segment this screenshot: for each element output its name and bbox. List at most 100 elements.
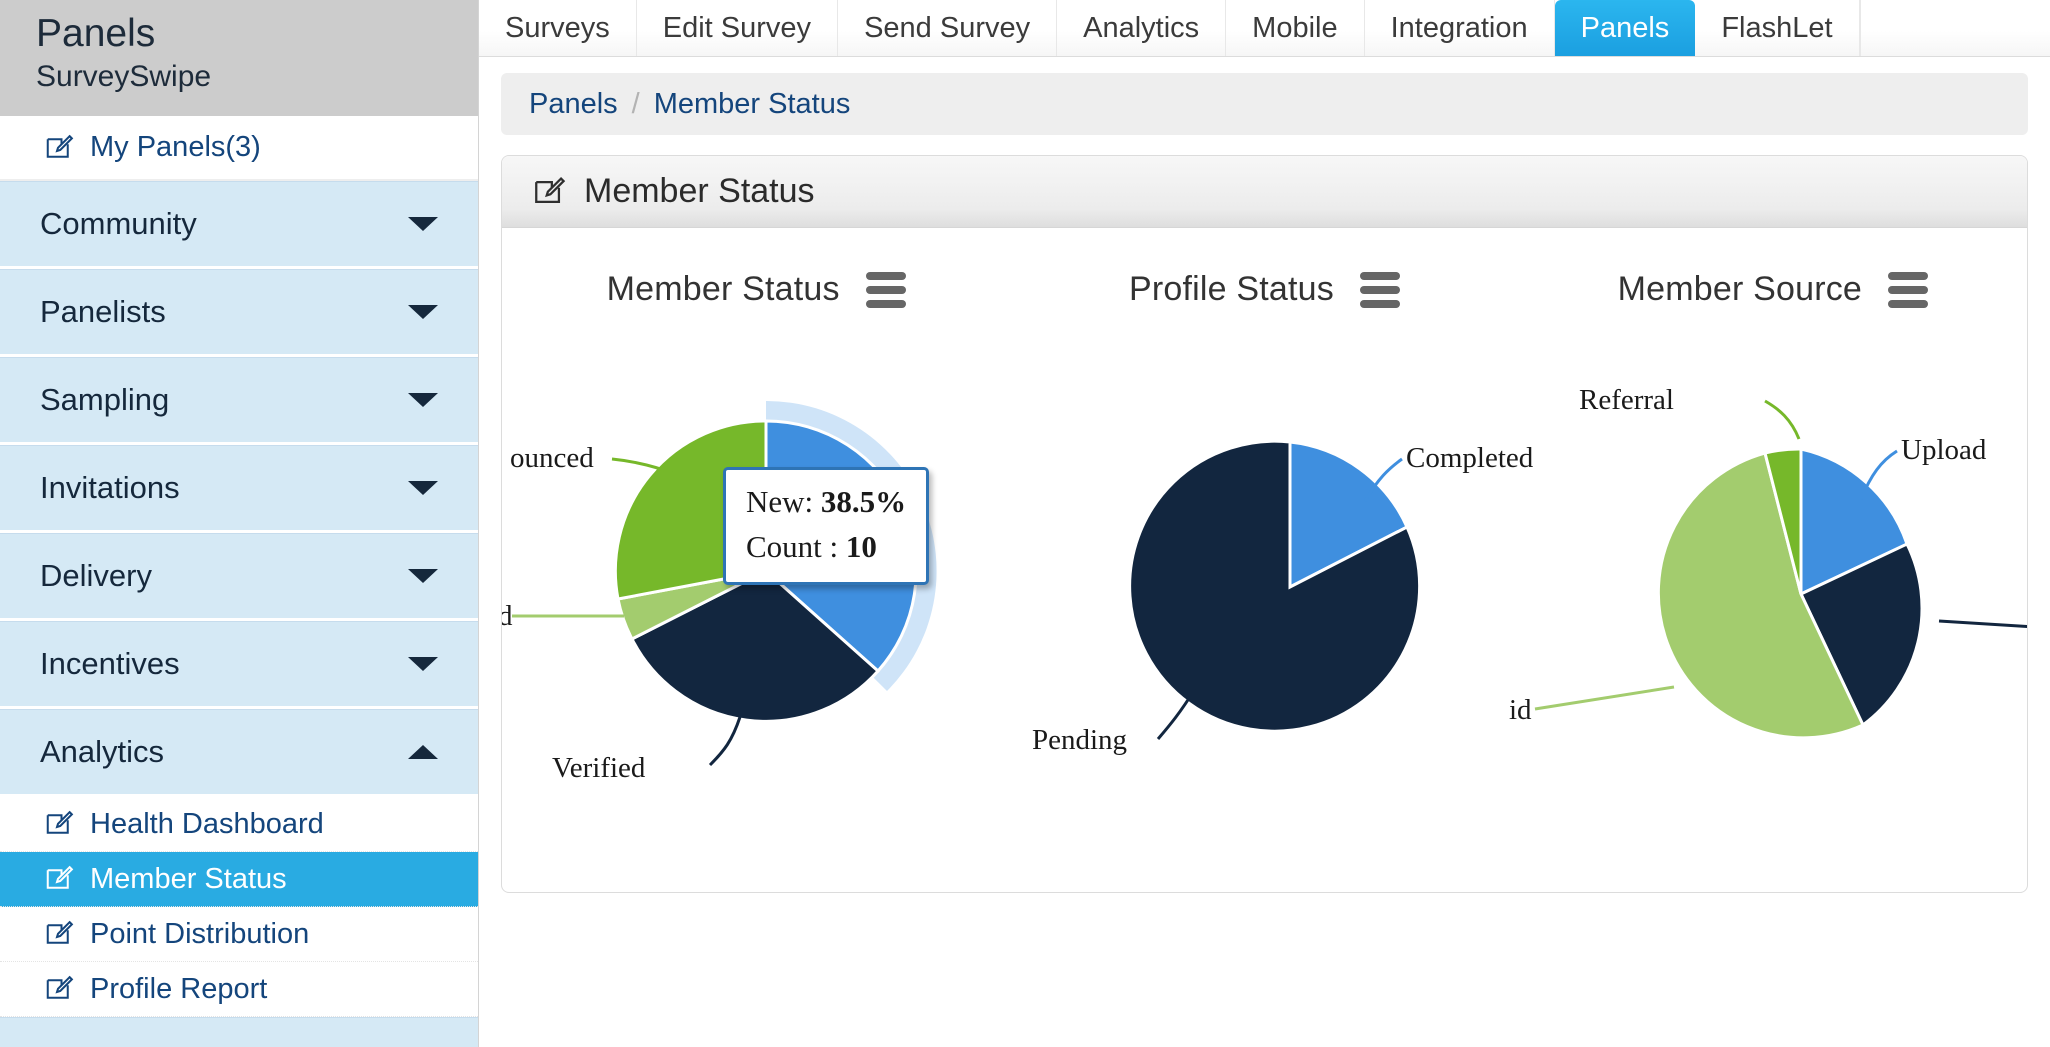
- sidebar-item-member-status[interactable]: Member Status: [0, 852, 478, 907]
- tab-integration[interactable]: Integration: [1364, 0, 1555, 56]
- app-root: Panels SurveySwipe My Panels(3) Communit…: [0, 0, 2050, 1047]
- sidebar-group-panelists[interactable]: Panelists: [0, 269, 478, 357]
- sidebar-title: Panels: [36, 12, 156, 55]
- sidebar-item-health-dashboard[interactable]: Health Dashboard: [0, 797, 478, 852]
- breadcrumb: Panels / Member Status: [501, 73, 2028, 135]
- pie-svg: Completed Pending: [1032, 439, 1534, 756]
- pie-canvas: ounced d Verified N New: 38.5%: [502, 309, 1010, 829]
- pie-label-referral: Referral: [1579, 384, 1674, 416]
- tab-edit-survey[interactable]: Edit Survey: [636, 0, 839, 56]
- main-content: Surveys Edit Survey Send Survey Analytic…: [479, 0, 2050, 1047]
- tooltip-count-label: Count :: [746, 528, 839, 564]
- chevron-down-icon: [408, 481, 438, 495]
- tabbar-filler: [1859, 0, 2050, 56]
- chart-header: Member Status: [502, 270, 1010, 309]
- chevron-down-icon: [408, 569, 438, 583]
- pie-label-pending: Pending: [1032, 724, 1127, 756]
- chart-profile-status: Profile Status Completed Pending: [1010, 228, 1534, 892]
- breadcrumb-link-member-status[interactable]: Member Status: [654, 88, 851, 121]
- hamburger-icon[interactable]: [1888, 271, 1929, 308]
- pie-canvas: Referral Upload S id: [1509, 309, 2027, 829]
- tab-send-survey[interactable]: Send Survey: [838, 0, 1058, 56]
- chart-member-status: Member Status ounced d Verified New: 38.…: [502, 228, 1010, 892]
- chevron-down-icon: [408, 657, 438, 671]
- sidebar-item-my-panels[interactable]: My Panels(3): [0, 116, 478, 181]
- card-title: Member Status: [584, 172, 815, 210]
- sidebar-group-sampling[interactable]: Sampling: [0, 357, 478, 445]
- breadcrumb-link-panels[interactable]: Panels: [529, 88, 618, 121]
- tooltip-row-count: Count : 10: [746, 525, 906, 570]
- tooltip-series-label: New:: [746, 484, 814, 519]
- sidebar-group-incentives[interactable]: Incentives: [0, 621, 478, 709]
- sidebar-group-label: Incentives: [40, 646, 180, 681]
- tab-flashlet[interactable]: FlashLet: [1695, 0, 1860, 56]
- pencil-icon: [44, 864, 74, 894]
- sidebar-group-label: Sampling: [40, 382, 170, 417]
- sidebar-group-analytics[interactable]: Analytics: [0, 709, 478, 797]
- sidebar: Panels SurveySwipe My Panels(3) Communit…: [0, 0, 479, 1047]
- chart-header: Member Source: [1519, 270, 2027, 309]
- breadcrumb-separator: /: [631, 87, 640, 120]
- member-status-card: Member Status Member Status ounced d Ver…: [501, 155, 2028, 893]
- sidebar-item-label: My Panels(3): [90, 131, 261, 163]
- leader-line-referral: [1763, 399, 1801, 440]
- sidebar-header: Panels SurveySwipe: [0, 0, 478, 116]
- sidebar-item-point-distribution[interactable]: Point Distribution: [0, 907, 478, 962]
- sidebar-group-label: Modules: [40, 1042, 157, 1047]
- sidebar-item-profile-report[interactable]: Profile Report: [0, 962, 478, 1017]
- sidebar-item-label: Point Distribution: [90, 917, 310, 950]
- sidebar-group-label: Panelists: [40, 294, 166, 329]
- tab-surveys[interactable]: Surveys: [479, 0, 637, 56]
- pie-label-completed: Completed: [1406, 442, 1534, 474]
- chart-header: Profile Status: [1010, 270, 1518, 309]
- card-header: Member Status: [502, 156, 2027, 228]
- pencil-icon: [44, 974, 74, 1004]
- chevron-down-icon: [408, 217, 438, 231]
- chevron-down-icon: [408, 305, 438, 319]
- leader-line-pending: [1157, 688, 1197, 740]
- pencil-icon: [44, 809, 74, 839]
- hamburger-icon[interactable]: [865, 271, 906, 308]
- leader-line-signup: [1938, 619, 2027, 629]
- sidebar-group-label: Analytics: [40, 734, 165, 769]
- pencil-icon: [44, 133, 74, 163]
- sidebar-group-community[interactable]: Community: [0, 181, 478, 269]
- pie-label-invited: d: [501, 600, 513, 632]
- tooltip-percent-value: 38.5%: [820, 484, 907, 519]
- hamburger-icon[interactable]: [1360, 271, 1400, 308]
- pie-label-paid: id: [1509, 694, 1532, 726]
- leader-line-paid: [1534, 685, 1674, 711]
- pencil-icon: [532, 175, 566, 209]
- chevron-down-icon: [408, 393, 438, 407]
- charts-row: Member Status ounced d Verified New: 38.…: [502, 228, 2027, 892]
- sidebar-item-label: Health Dashboard: [90, 807, 324, 840]
- sidebar-group-invitations[interactable]: Invitations: [0, 445, 478, 533]
- pie-label-bounced: ounced: [510, 442, 594, 474]
- leader-line-verified: [708, 716, 742, 767]
- pie-canvas: Completed Pending: [1010, 309, 1534, 829]
- tab-mobile[interactable]: Mobile: [1226, 0, 1365, 56]
- sidebar-group-label: Community: [40, 206, 197, 241]
- pie-tooltip: New: 38.5% Count : 10: [723, 467, 930, 585]
- chart-title: Profile Status: [1128, 270, 1334, 308]
- pie-label-upload: Upload: [1901, 434, 1987, 466]
- tooltip-count-value: 10: [845, 528, 877, 564]
- sidebar-item-label: Member Status: [90, 862, 287, 895]
- pie-svg: Referral Upload S id: [1509, 384, 2027, 740]
- top-tabbar: Surveys Edit Survey Send Survey Analytic…: [479, 0, 2050, 57]
- sidebar-group-modules[interactable]: Modules: [0, 1017, 478, 1047]
- sidebar-group-label: Delivery: [40, 558, 152, 593]
- sidebar-group-label: Invitations: [40, 470, 180, 505]
- chevron-up-icon: [408, 745, 438, 759]
- pie-label-verified: Verified: [552, 752, 646, 784]
- sidebar-item-label: Profile Report: [90, 972, 268, 1005]
- chart-title: Member Status: [606, 270, 840, 308]
- pencil-icon: [44, 919, 74, 949]
- tooltip-row-percent: New: 38.5%: [746, 480, 906, 525]
- chart-title: Member Source: [1617, 270, 1863, 308]
- content-area: Panels / Member Status Member Status Mem…: [479, 57, 2050, 893]
- sidebar-group-delivery[interactable]: Delivery: [0, 533, 478, 621]
- tab-panels[interactable]: Panels: [1554, 0, 1696, 56]
- sidebar-subtitle: SurveySwipe: [36, 59, 212, 93]
- tab-analytics[interactable]: Analytics: [1057, 0, 1227, 56]
